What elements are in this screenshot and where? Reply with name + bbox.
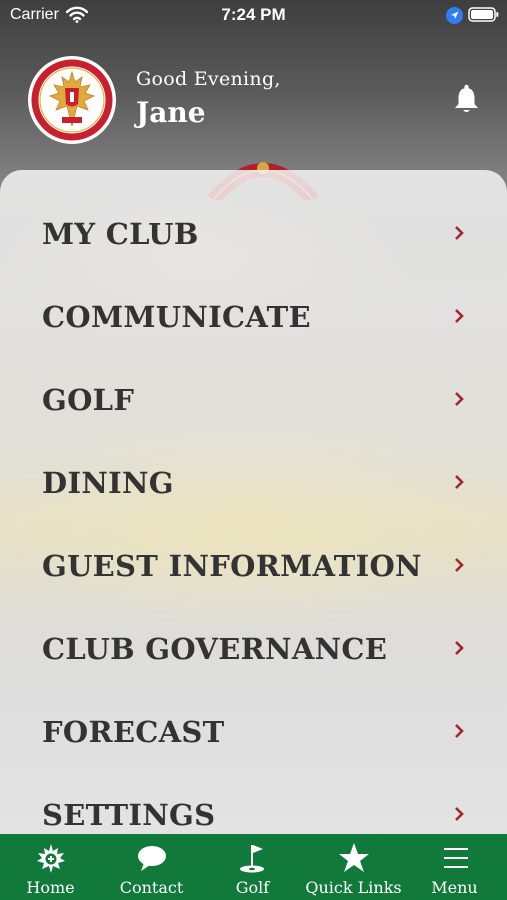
chevron-right-icon	[455, 475, 464, 489]
header: Good Evening, Jane	[0, 30, 507, 200]
menu-item-label: MY CLUB	[42, 217, 199, 251]
menu-item-label: SETTINGS	[42, 798, 216, 832]
tab-label: Home	[26, 878, 75, 897]
tab-quick-links[interactable]: Quick Links	[303, 834, 404, 900]
status-bar: Carrier 7:24 PM	[0, 0, 507, 30]
menu-item-dining[interactable]: DINING	[0, 440, 507, 523]
menu-item-guest-information[interactable]: GUEST INFORMATION	[0, 523, 507, 606]
club-emblem-icon	[36, 844, 65, 873]
chat-bubble-icon	[137, 846, 166, 871]
menu-item-my-club[interactable]: MY CLUB	[0, 191, 507, 274]
menu-item-label: CLUB GOVERNANCE	[42, 632, 388, 666]
chevron-right-icon	[455, 724, 464, 738]
tab-menu[interactable]: Menu	[404, 834, 507, 900]
tab-home[interactable]: Home	[0, 834, 101, 900]
tab-label: Golf	[235, 878, 270, 897]
club-crest-icon	[31, 59, 113, 141]
battery-icon	[468, 7, 499, 22]
menu-item-forecast[interactable]: FORECAST	[0, 689, 507, 772]
chevron-right-icon	[455, 309, 464, 323]
tab-golf[interactable]: Golf	[202, 834, 303, 900]
menu-item-settings[interactable]: SETTINGS	[0, 772, 507, 834]
menu-panel: MY CLUB COMMUNICATE GOLF DINING GUEST IN…	[0, 170, 507, 834]
chevron-right-icon	[455, 558, 464, 572]
menu-item-label: FORECAST	[42, 715, 225, 749]
tab-label: Menu	[431, 878, 478, 897]
chevron-right-icon	[455, 392, 464, 406]
hamburger-icon	[443, 848, 468, 868]
menu-item-label: DINING	[42, 466, 174, 500]
menu-item-label: GUEST INFORMATION	[42, 549, 422, 583]
menu-item-club-governance[interactable]: CLUB GOVERNANCE	[0, 606, 507, 689]
location-arrow-icon	[446, 7, 463, 24]
menu-item-label: GOLF	[42, 383, 135, 417]
greeting-text: Good Evening,	[136, 68, 281, 90]
chevron-right-icon	[455, 641, 464, 655]
chevron-right-icon	[455, 226, 464, 240]
bell-icon[interactable]	[453, 84, 480, 114]
tab-label: Quick Links	[305, 878, 402, 897]
clock: 7:24 PM	[221, 5, 286, 24]
golf-flag-icon	[239, 845, 264, 873]
chevron-right-icon	[455, 807, 464, 821]
menu-item-communicate[interactable]: COMMUNICATE	[0, 274, 507, 357]
menu-item-golf[interactable]: GOLF	[0, 357, 507, 440]
star-icon	[338, 843, 369, 872]
club-logo[interactable]	[28, 56, 116, 144]
tab-label: Contact	[119, 878, 184, 897]
tab-contact[interactable]: Contact	[101, 834, 202, 900]
tab-bar: Home Contact Golf Quick Links Menu	[0, 834, 507, 900]
user-name: Jane	[136, 96, 206, 129]
menu-item-label: COMMUNICATE	[42, 300, 311, 334]
